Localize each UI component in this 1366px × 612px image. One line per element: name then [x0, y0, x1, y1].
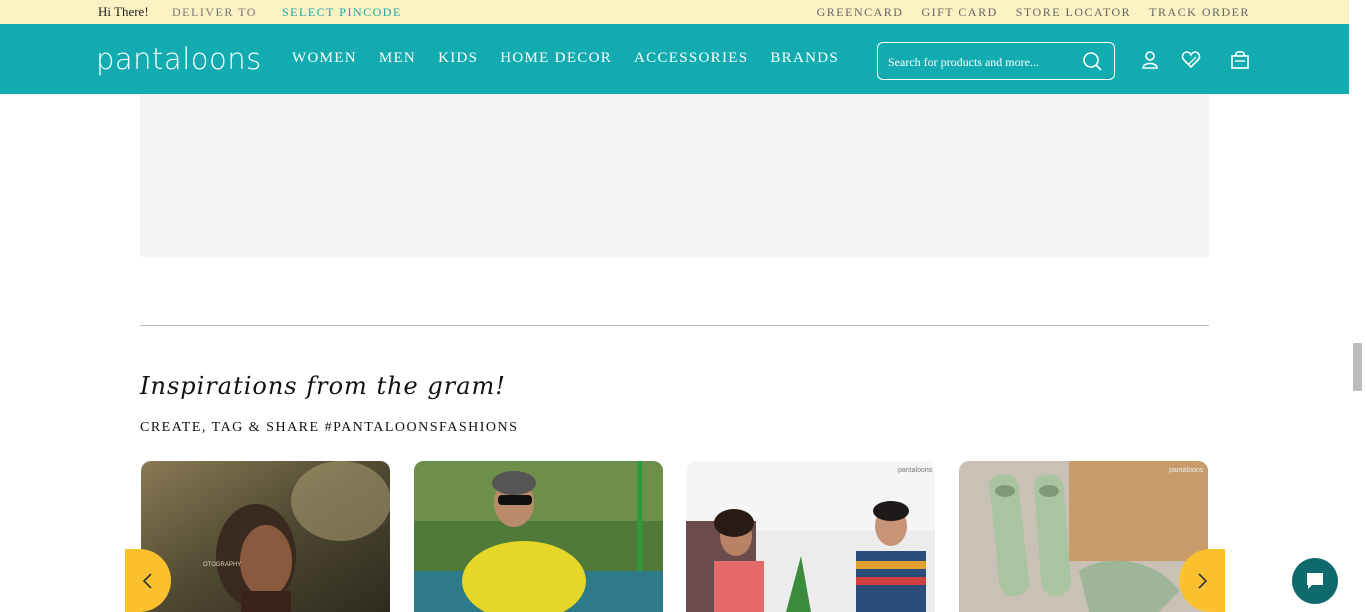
gram-photo-couple: pantaloons	[686, 461, 935, 612]
search-input[interactable]	[886, 51, 1070, 73]
card-watermark: pantaloons	[898, 467, 933, 474]
gram-photo-portrait: OTOGRAPHY	[141, 461, 390, 612]
greeting-text: Hi There!	[98, 4, 149, 19]
nav-brands[interactable]: BRANDS	[770, 50, 839, 67]
cart-bag-icon[interactable]	[1230, 50, 1250, 70]
gram-photo-shoes: pantaloons	[959, 461, 1208, 612]
nav-home-decor[interactable]: HOME DECOR	[500, 50, 612, 67]
gram-card[interactable]: OTOGRAPHY	[141, 461, 390, 612]
pantaloons-logo[interactable]: pantaloons	[96, 42, 262, 76]
inspirations-title: Inspirations from the gram!	[140, 372, 506, 400]
deliver-to-label: DELIVER TO	[172, 5, 257, 19]
inspirations-subtitle: CREATE, TAG & SHARE #PANTALOONSFASHIONS	[140, 420, 519, 435]
scrollbar-thumb[interactable]	[1353, 343, 1362, 391]
search-box	[877, 42, 1115, 80]
top-links: GREENCARD GIFT CARD STORE LOCATOR TRACK …	[817, 5, 1250, 20]
chat-button[interactable]	[1292, 558, 1338, 604]
store-locator-link[interactable]: STORE LOCATOR	[1016, 5, 1131, 20]
card-watermark: OTOGRAPHY	[203, 562, 241, 568]
main-nav: WOMEN MEN KIDS HOME DECOR ACCESSORIES BR…	[292, 50, 839, 67]
section-divider	[140, 325, 1209, 326]
track-order-link[interactable]: TRACK ORDER	[1149, 5, 1250, 20]
chevron-left-icon	[142, 572, 152, 589]
nav-accessories[interactable]: ACCESSORIES	[634, 50, 748, 67]
search-icon[interactable]	[1082, 51, 1102, 71]
greencard-link[interactable]: GREENCARD	[817, 5, 904, 20]
chevron-right-icon	[1198, 572, 1208, 589]
card-watermark: pantaloons	[1169, 467, 1204, 474]
banner-placeholder	[140, 94, 1209, 257]
gram-card[interactable]: pantaloons	[959, 461, 1208, 612]
gram-card[interactable]	[414, 461, 663, 612]
gift-card-link[interactable]: GIFT CARD	[921, 5, 997, 20]
nav-men[interactable]: MEN	[379, 50, 416, 67]
chat-bubble-icon	[1307, 573, 1323, 589]
gram-card[interactable]: pantaloons	[686, 461, 935, 612]
gram-photo-yellow-shirt	[414, 461, 663, 612]
page-scrollbar[interactable]	[1349, 0, 1366, 612]
top-strip: Hi There! DELIVER TO SELECT PINCODE GREE…	[0, 0, 1366, 24]
nav-kids[interactable]: KIDS	[438, 50, 478, 67]
account-icon[interactable]	[1140, 50, 1160, 70]
wishlist-heart-icon[interactable]	[1181, 50, 1201, 70]
nav-women[interactable]: WOMEN	[292, 50, 357, 67]
main-header: pantaloons WOMEN MEN KIDS HOME DECOR ACC…	[0, 24, 1366, 94]
select-pincode-link[interactable]: SELECT PINCODE	[282, 5, 402, 20]
